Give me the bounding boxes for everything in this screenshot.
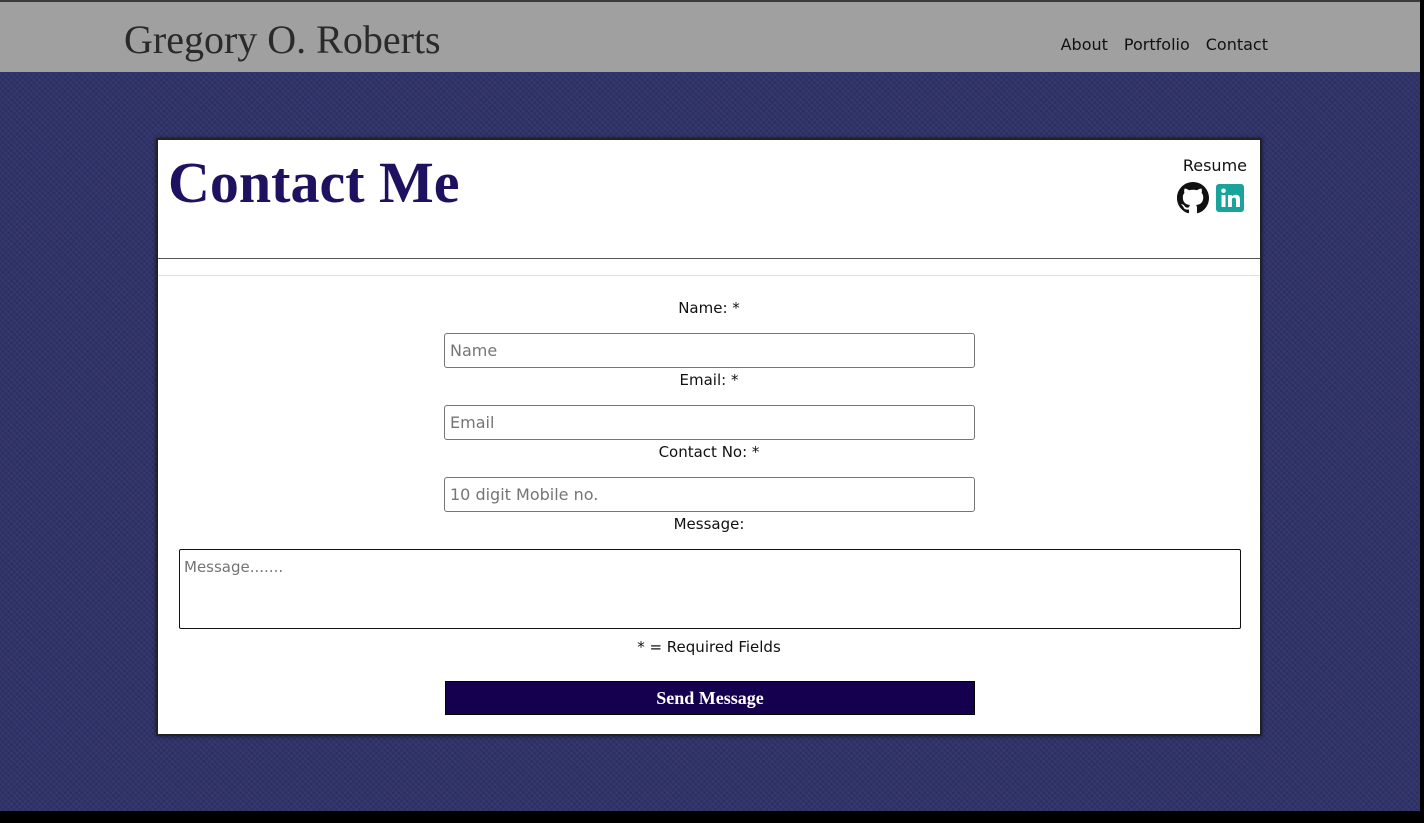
email-label: Email: * — [679, 371, 739, 389]
name-input[interactable] — [444, 333, 975, 368]
message-label: Message: — [673, 515, 745, 533]
contact-number-label: Contact No: * — [658, 443, 760, 461]
github-icon — [1177, 182, 1209, 214]
site-header: Gregory O. Roberts About Portfolio Conta… — [0, 0, 1420, 72]
nav-link-contact[interactable]: Contact — [1206, 35, 1268, 55]
site-title: Gregory O. Roberts — [124, 17, 441, 62]
contact-number-input[interactable] — [444, 477, 975, 512]
header-divider — [158, 258, 1260, 259]
send-message-button[interactable]: Send Message — [445, 681, 975, 715]
email-input[interactable] — [444, 405, 975, 440]
name-label: Name: * — [678, 299, 740, 317]
nav-link-portfolio[interactable]: Portfolio — [1124, 35, 1190, 55]
page-title: Contact Me — [168, 150, 460, 215]
linkedin-link[interactable] — [1214, 182, 1246, 214]
github-link[interactable] — [1177, 182, 1209, 214]
required-fields-note: * = Required Fields — [637, 638, 781, 656]
resume-link[interactable]: Resume — [1183, 156, 1247, 176]
social-links — [1177, 182, 1246, 214]
contact-card: Contact Me Resume Name: * Email: * Conta… — [156, 138, 1262, 736]
message-textarea[interactable] — [179, 549, 1241, 629]
linkedin-icon — [1216, 184, 1244, 212]
nav-link-about[interactable]: About — [1061, 35, 1108, 55]
header-divider-light — [158, 275, 1260, 276]
main-nav: About Portfolio Contact — [1061, 35, 1268, 55]
